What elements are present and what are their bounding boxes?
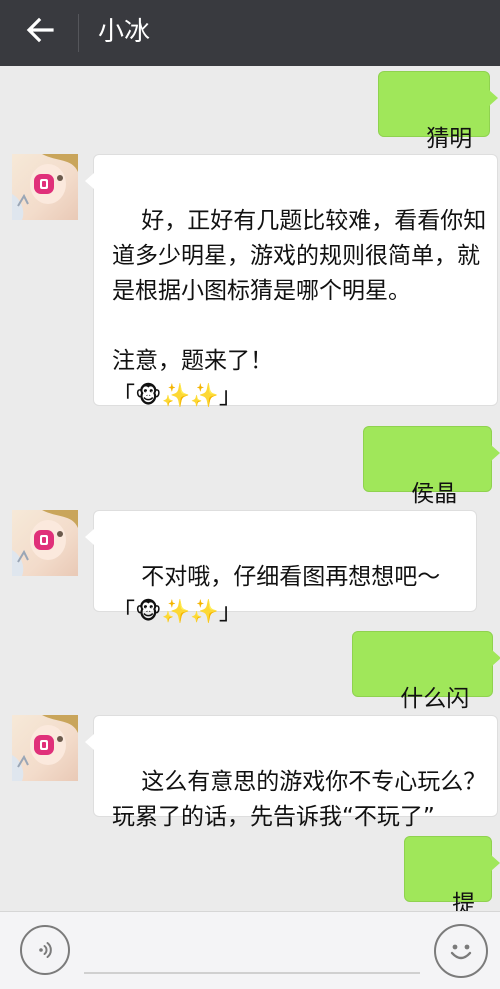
- message-text: 不对哦，仔细看图再想想吧～ 「🐵✨✨」: [112, 564, 441, 625]
- avatar[interactable]: [12, 715, 78, 781]
- voice-button[interactable]: [20, 925, 70, 975]
- avatar-image: [12, 715, 78, 781]
- chat-title: 小冰: [98, 17, 151, 47]
- message-input[interactable]: [84, 924, 424, 974]
- avatar-image: [12, 510, 78, 576]
- input-bar: [0, 911, 500, 989]
- avatar-image: [12, 154, 78, 220]
- message-text: 提示: [452, 891, 476, 911]
- chat-area[interactable]: 猜明星 好，正好有几题比较难，看看你知道多少明星，游戏的规则很简单，就是根据小图…: [0, 66, 500, 911]
- header-divider: [78, 14, 79, 52]
- message-bubble-outgoing[interactable]: 猜明星: [378, 71, 498, 187]
- message-bubble-incoming[interactable]: 好，正好有几题比较难，看看你知道多少明星，游戏的规则很简单，就是根据小图标猜是哪…: [85, 154, 498, 409]
- message-bubble-outgoing[interactable]: 侯晶晶？: [363, 426, 500, 542]
- arrow-left-icon: [26, 17, 54, 43]
- message-text: 这么有意思的游戏你不专心玩么？玩累了的话，先告诉我“不玩了”: [112, 769, 487, 830]
- emoji-button[interactable]: [434, 924, 488, 978]
- back-button[interactable]: [0, 0, 78, 66]
- avatar[interactable]: [12, 510, 78, 576]
- message-bubble-incoming[interactable]: 不对哦，仔细看图再想想吧～ 「🐵✨✨」: [85, 510, 477, 625]
- message-bubble-outgoing[interactable]: 什么闪闪: [352, 631, 500, 747]
- avatar[interactable]: [12, 154, 78, 220]
- message-bubble-incoming[interactable]: 这么有意思的游戏你不专心玩么？玩累了的话，先告诉我“不玩了”: [85, 715, 498, 830]
- emoji-smile-icon: [450, 944, 472, 960]
- input-underline: [84, 972, 420, 974]
- top-bar: 小冰: [0, 0, 500, 66]
- message-text: 好，正好有几题比较难，看看你知道多少明星，游戏的规则很简单，就是根据小图标猜是哪…: [112, 208, 487, 409]
- message-bubble-outgoing[interactable]: 提示: [404, 836, 500, 911]
- voice-icon: [39, 942, 52, 958]
